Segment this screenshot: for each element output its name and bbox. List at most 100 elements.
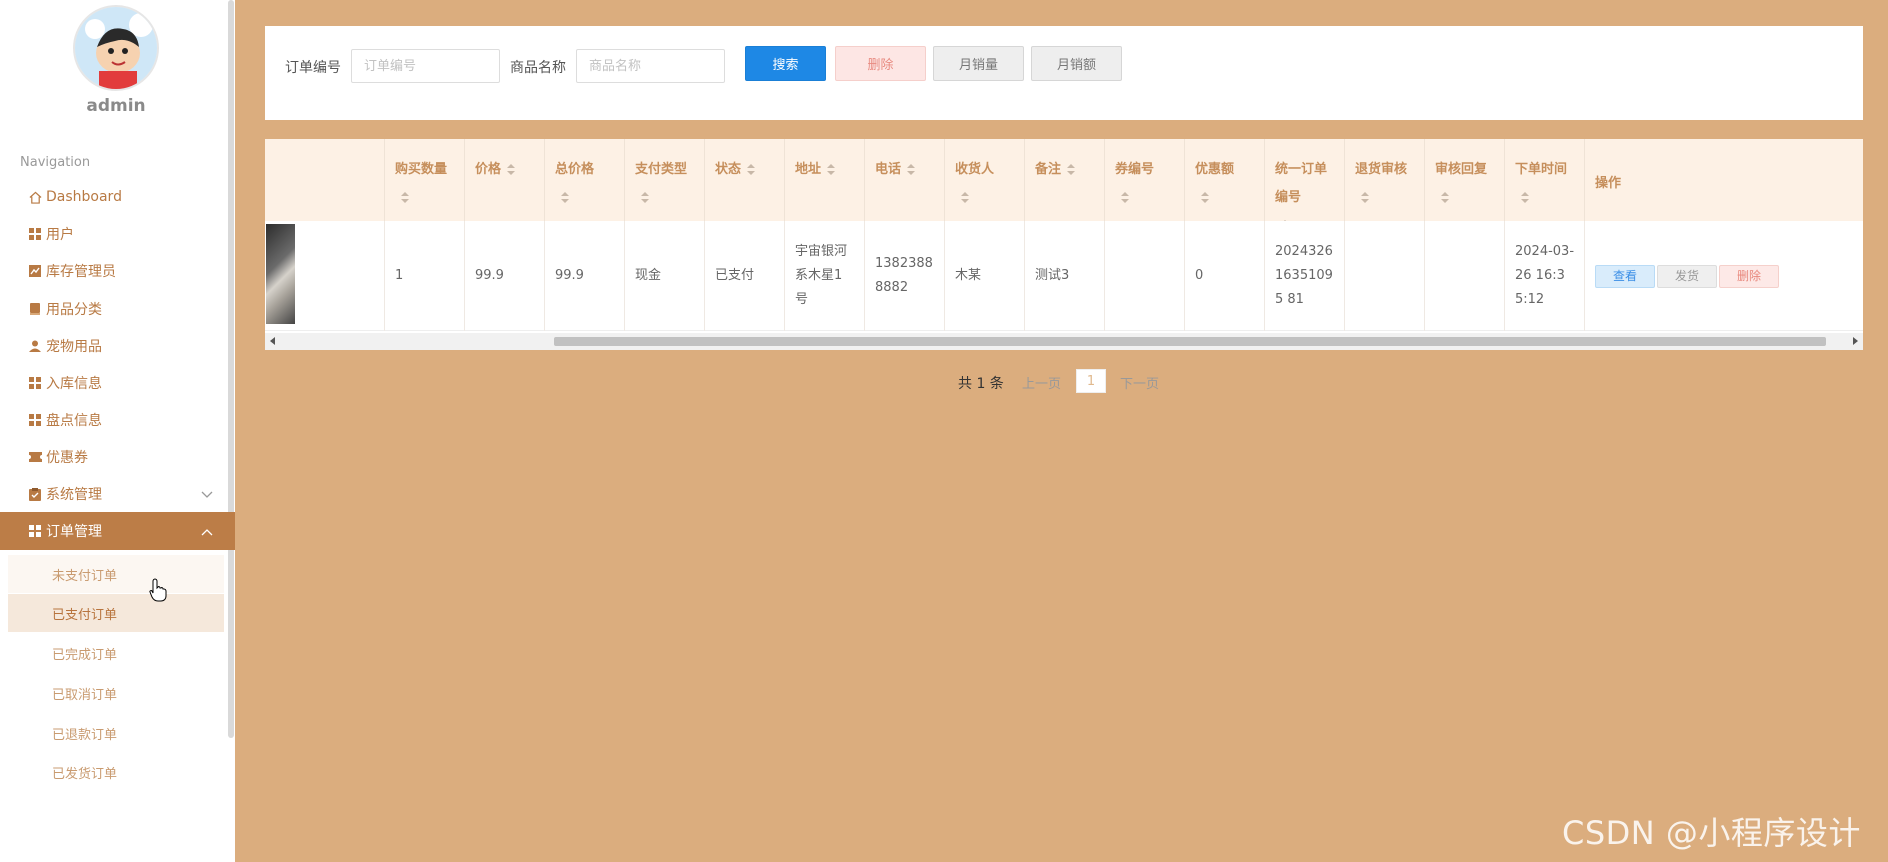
cell-address: 宇宙银河系木星1号 bbox=[784, 221, 864, 331]
scrollbar-thumb[interactable] bbox=[554, 337, 1826, 346]
user-icon bbox=[28, 339, 42, 353]
sidebar-item-inbound[interactable]: 入库信息 bbox=[0, 364, 235, 402]
header-remark[interactable]: 备注 bbox=[1024, 139, 1104, 221]
sub-item-refunded-orders[interactable]: 已退款订单 bbox=[8, 714, 224, 752]
sidebar-item-label: 入库信息 bbox=[46, 376, 102, 392]
sidebar-item-label: Dashboard bbox=[46, 189, 122, 205]
sub-item-shipped-orders[interactable]: 已发货订单 bbox=[8, 753, 224, 791]
sidebar-item-users[interactable]: 用户 bbox=[0, 215, 235, 253]
horizontal-scrollbar[interactable] bbox=[265, 333, 1863, 350]
product-name-input[interactable] bbox=[576, 49, 725, 83]
header-order-time[interactable]: 下单时间 bbox=[1504, 139, 1584, 221]
sidebar-item-system[interactable]: 系统管理 bbox=[0, 475, 235, 513]
monthly-sales-volume-button[interactable]: 月销量 bbox=[933, 46, 1024, 81]
order-no-input[interactable] bbox=[351, 49, 500, 83]
sort-icon[interactable] bbox=[961, 191, 969, 204]
header-phone[interactable]: 电话 bbox=[864, 139, 944, 221]
sidebar-item-inventory-check[interactable]: 盘点信息 bbox=[0, 401, 235, 439]
sidebar-item-label: 盘点信息 bbox=[46, 413, 102, 429]
sort-icon[interactable] bbox=[1201, 191, 1209, 204]
sidebar-item-label: 用品分类 bbox=[46, 302, 102, 318]
sidebar-item-categories[interactable]: 用品分类 bbox=[0, 290, 235, 328]
cell-status: 已支付 bbox=[704, 221, 784, 331]
cell-review-reply bbox=[1424, 221, 1504, 331]
sort-icon[interactable] bbox=[401, 191, 409, 204]
sort-icon[interactable] bbox=[1361, 191, 1369, 204]
header-price[interactable]: 价格 bbox=[464, 139, 544, 221]
search-panel: 订单编号 商品名称 搜索 删除 月销量 月销额 bbox=[265, 26, 1863, 120]
sort-icon[interactable] bbox=[747, 163, 756, 176]
prev-page-button[interactable]: 上一页 bbox=[1022, 373, 1061, 392]
header-review-reply[interactable]: 审核回复 bbox=[1424, 139, 1504, 221]
cell-remark: 测试3 bbox=[1024, 221, 1104, 331]
grid-icon bbox=[28, 524, 42, 538]
table-row[interactable]: 1 99.9 99.9 现金 已支付 宇宙银河系木星1号 13823888882… bbox=[265, 221, 1863, 331]
search-button[interactable]: 搜索 bbox=[745, 46, 826, 81]
cell-phone: 13823888882 bbox=[864, 221, 944, 331]
monthly-sales-amount-button[interactable]: 月销额 bbox=[1031, 46, 1122, 81]
header-receiver[interactable]: 收货人 bbox=[944, 139, 1024, 221]
sidebar-item-coupons[interactable]: 优惠券 bbox=[0, 438, 235, 476]
next-page-button[interactable]: 下一页 bbox=[1120, 373, 1159, 392]
sort-icon[interactable] bbox=[1067, 163, 1076, 176]
sort-icon[interactable] bbox=[1121, 191, 1129, 204]
home-icon bbox=[28, 190, 42, 204]
sub-item-cancelled-orders[interactable]: 已取消订单 bbox=[8, 674, 224, 712]
sidebar-item-stock-admins[interactable]: 库存管理员 bbox=[0, 252, 235, 290]
product-thumbnail bbox=[266, 224, 295, 324]
scroll-left-icon[interactable] bbox=[270, 337, 275, 345]
header-order-no[interactable]: 统一订单编号 bbox=[1264, 139, 1344, 231]
sidebar-item-orders[interactable]: 订单管理 bbox=[0, 512, 235, 550]
header-address[interactable]: 地址 bbox=[784, 139, 864, 221]
pagination-total: 共 1 条 bbox=[958, 376, 1004, 392]
sort-icon[interactable] bbox=[907, 163, 916, 176]
sort-icon[interactable] bbox=[507, 163, 516, 176]
scroll-right-icon[interactable] bbox=[1853, 337, 1858, 345]
sidebar: admin Navigation Dashboard 用户 库存管理员 用品分类… bbox=[0, 0, 235, 862]
sort-icon[interactable] bbox=[1521, 191, 1529, 204]
sidebar-item-pet-supplies[interactable]: 宠物用品 bbox=[0, 327, 235, 365]
header-coupon-no[interactable]: 券编号 bbox=[1104, 139, 1184, 221]
sub-item-paid-orders[interactable]: 已支付订单 bbox=[8, 594, 224, 632]
book-icon bbox=[28, 302, 42, 316]
avatar bbox=[73, 5, 159, 91]
username: admin bbox=[86, 96, 146, 116]
hand-cursor-icon bbox=[149, 578, 167, 606]
table-header: 购买数量 价格 总价格 支付类型 状态 地址 电话 收货人 备注 券编号 优惠额… bbox=[265, 139, 1863, 231]
clipboard-icon bbox=[28, 487, 42, 501]
header-return-review[interactable]: 退货审核 bbox=[1344, 139, 1424, 221]
sort-icon[interactable] bbox=[561, 191, 569, 204]
ticket-icon bbox=[28, 450, 42, 464]
sort-icon[interactable] bbox=[641, 191, 649, 204]
orders-table: 购买数量 价格 总价格 支付类型 状态 地址 电话 收货人 备注 券编号 优惠额… bbox=[265, 139, 1863, 350]
grid-icon bbox=[28, 413, 42, 427]
grid-icon bbox=[28, 227, 42, 241]
cell-order-no: 202432616351095 81 bbox=[1264, 221, 1344, 331]
cell-actions: 查看 发货 删除 bbox=[1584, 221, 1863, 331]
sort-icon[interactable] bbox=[1441, 191, 1449, 204]
page-number-button[interactable]: 1 bbox=[1076, 369, 1106, 393]
order-no-label: 订单编号 bbox=[285, 60, 341, 76]
header-quantity[interactable]: 购买数量 bbox=[384, 139, 464, 221]
sort-icon[interactable] bbox=[827, 163, 836, 176]
watermark: CSDN @小程序设计 bbox=[1562, 814, 1861, 852]
sub-item-completed-orders[interactable]: 已完成订单 bbox=[8, 634, 224, 672]
header-total[interactable]: 总价格 bbox=[544, 139, 624, 221]
sidebar-item-dashboard[interactable]: Dashboard bbox=[0, 178, 235, 216]
sidebar-item-label: 订单管理 bbox=[46, 524, 102, 540]
cell-pay-type: 现金 bbox=[624, 221, 704, 331]
product-name-label: 商品名称 bbox=[510, 60, 566, 76]
chevron-down-icon bbox=[201, 487, 213, 503]
header-status[interactable]: 状态 bbox=[704, 139, 784, 221]
chart-icon bbox=[28, 264, 42, 278]
cell-coupon-no bbox=[1104, 221, 1184, 331]
sub-item-unpaid-orders[interactable]: 未支付订单 bbox=[8, 555, 224, 593]
view-button[interactable]: 查看 bbox=[1595, 264, 1655, 288]
sidebar-item-label: 用户 bbox=[46, 227, 74, 243]
cell-receiver: 木某 bbox=[944, 221, 1024, 331]
ship-button[interactable]: 发货 bbox=[1657, 264, 1717, 288]
header-pay-type[interactable]: 支付类型 bbox=[624, 139, 704, 221]
row-delete-button[interactable]: 删除 bbox=[1719, 264, 1779, 288]
delete-button[interactable]: 删除 bbox=[835, 46, 926, 81]
header-discount[interactable]: 优惠额 bbox=[1184, 139, 1264, 221]
